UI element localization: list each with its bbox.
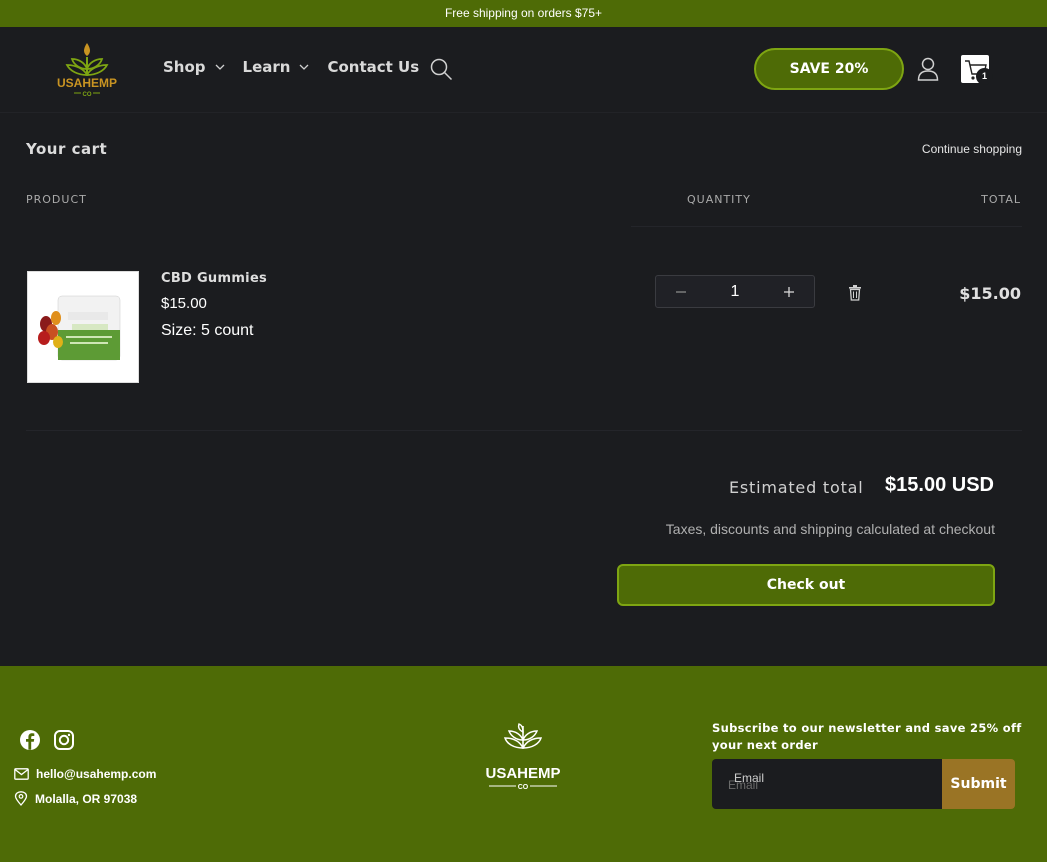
search-icon[interactable] xyxy=(430,58,453,81)
nav-item-label: Contact Us xyxy=(327,58,420,76)
map-pin-icon xyxy=(14,791,28,806)
page-title: Your cart xyxy=(26,140,108,158)
email-link[interactable]: hello@usahemp.com xyxy=(14,767,156,781)
increase-quantity-button[interactable] xyxy=(764,276,814,307)
logo-text: USAHEMP xyxy=(57,76,117,90)
cart-count-badge: 1 xyxy=(976,68,993,85)
nav-item-label: Shop xyxy=(163,58,206,76)
mail-icon xyxy=(14,768,29,780)
announcement-bar: Free shipping on orders $75+ xyxy=(0,0,1047,27)
column-header-total: TOTAL xyxy=(981,193,1021,206)
checkout-button[interactable]: Check out xyxy=(617,564,995,606)
location-text: Molalla, OR 97038 xyxy=(35,791,138,806)
announcement-text: Free shipping on orders $75+ xyxy=(444,6,603,20)
decrease-quantity-button[interactable] xyxy=(656,276,706,307)
minus-icon xyxy=(676,290,686,293)
logo-subtext: CO xyxy=(83,92,92,98)
chevron-down-icon xyxy=(300,64,309,70)
product-price: $15.00 xyxy=(161,295,207,312)
newsletter-email-input[interactable] xyxy=(728,776,928,794)
site-logo[interactable]: USAHEMP CO xyxy=(52,39,122,99)
trash-icon[interactable] xyxy=(848,285,862,301)
nav-item-learn[interactable]: Learn xyxy=(243,58,310,76)
nav-item-contact[interactable]: Contact Us xyxy=(327,58,419,76)
divider xyxy=(26,430,1022,431)
newsletter-submit-button[interactable]: Submit xyxy=(942,759,1015,809)
product-image[interactable] xyxy=(27,271,139,383)
footer-logo[interactable]: USAHEMP CO xyxy=(485,722,565,794)
email-text: hello@usahemp.com xyxy=(36,767,157,781)
tax-note: Taxes, discounts and shipping calculated… xyxy=(665,521,995,537)
quantity-input[interactable] xyxy=(706,276,764,307)
nav-item-shop[interactable]: Shop xyxy=(163,58,225,76)
main-nav: Shop Learn Contact Us xyxy=(163,58,437,76)
line-item-total: $15.00 xyxy=(959,284,1021,303)
save-20-button[interactable]: SAVE 20% xyxy=(754,48,904,90)
user-icon[interactable] xyxy=(917,57,939,81)
column-header-quantity: QUANTITY xyxy=(687,193,751,206)
footer-logo-text: USAHEMP xyxy=(485,765,560,782)
column-header-product: PRODUCT xyxy=(26,193,87,206)
footer-logo-subtext: CO xyxy=(518,784,529,791)
site-header: USAHEMP CO Shop Learn Contact Us SAVE 20… xyxy=(0,27,1047,113)
product-name-link[interactable]: CBD Gummies xyxy=(161,271,267,286)
continue-shopping-link[interactable]: Continue shopping xyxy=(922,142,1022,156)
estimated-total-label: Estimated total xyxy=(729,478,864,497)
estimated-total-value: $15.00 USD xyxy=(885,474,994,496)
instagram-icon[interactable] xyxy=(53,729,75,751)
newsletter-heading: Subscribe to our newsletter and save 25%… xyxy=(712,721,1022,752)
chevron-down-icon xyxy=(215,64,224,70)
location: Molalla, OR 97038 xyxy=(14,791,137,806)
facebook-icon[interactable] xyxy=(19,729,41,751)
divider xyxy=(631,226,1022,227)
nav-item-label: Learn xyxy=(242,58,291,76)
plus-icon xyxy=(784,286,794,297)
product-variant-size: Size: 5 count xyxy=(161,322,254,339)
quantity-stepper xyxy=(655,275,815,308)
